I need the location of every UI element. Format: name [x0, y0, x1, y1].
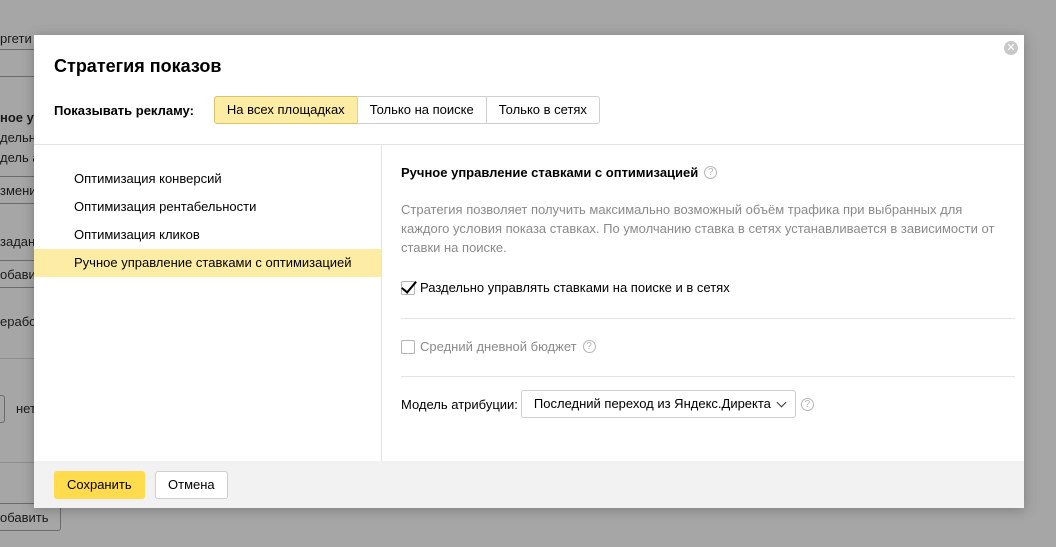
- strategy-item-conversions[interactable]: Оптимизация конверсий: [34, 165, 381, 193]
- attribution-select[interactable]: Последний переход из Яндекс.Директа: [520, 390, 796, 418]
- placement-segmented-control: На всех площадках Только на поиске Тольк…: [213, 96, 600, 124]
- bg-text: ерабо: [0, 314, 37, 329]
- bg-divider: [0, 462, 34, 463]
- cancel-button[interactable]: Отмена: [155, 471, 228, 499]
- attribution-value: Последний переход из Яндекс.Директа: [533, 396, 771, 411]
- strategy-item-manual[interactable]: Ручное управление ставками с оптимизацие…: [34, 249, 381, 277]
- detail-divider: [401, 318, 1015, 319]
- column-divider: [381, 145, 382, 461]
- strategy-item-clicks[interactable]: Оптимизация кликов: [34, 221, 381, 249]
- bg-button: [0, 395, 5, 423]
- help-icon[interactable]: ?: [704, 166, 718, 179]
- detail-description: Стратегия позволяет получить максимально…: [401, 202, 995, 255]
- separate-bids-row: Раздельно управлять ставками на поиске и…: [401, 280, 730, 295]
- placement-label: Показывать рекламу:: [54, 102, 194, 118]
- strategy-modal: ✕ Стратегия показов Показывать рекламу: …: [34, 35, 1024, 508]
- bg-text: змени: [0, 183, 37, 198]
- placement-all-button[interactable]: На всех площадках: [213, 96, 358, 124]
- header-divider: [34, 144, 1024, 145]
- budget-row: Средний дневной бюджет ?: [401, 339, 596, 354]
- placement-search-button[interactable]: Только на поиске: [356, 96, 487, 124]
- attribution-label: Модель атрибуции:: [401, 396, 518, 412]
- close-icon[interactable]: ✕: [1004, 41, 1018, 55]
- modal-footer: Сохранить Отмена: [34, 461, 1024, 508]
- detail-title: Ручное управление ставками с оптимизацие…: [401, 165, 718, 180]
- strategy-list: Оптимизация конверсий Оптимизация рентаб…: [34, 165, 381, 277]
- modal-title: Стратегия показов: [54, 56, 222, 76]
- bg-text: ргети: [0, 31, 32, 46]
- bg-text: дельн: [0, 130, 36, 145]
- separate-bids-checkbox[interactable]: [401, 280, 415, 295]
- placement-row: Показывать рекламу: На всех площадках То…: [54, 96, 600, 124]
- budget-label[interactable]: Средний дневной бюджет: [420, 339, 577, 354]
- budget-help-icon[interactable]: ?: [582, 340, 596, 353]
- bg-text: обавить: [0, 510, 49, 525]
- budget-checkbox[interactable]: [401, 339, 415, 354]
- strategy-item-profitability[interactable]: Оптимизация рентабельности: [34, 193, 381, 221]
- placement-networks-button[interactable]: Только в сетях: [485, 96, 600, 124]
- separate-bids-label[interactable]: Раздельно управлять ставками на поиске и…: [420, 280, 730, 295]
- save-button[interactable]: Сохранить: [54, 471, 145, 499]
- attribution-row: Модель атрибуции: Последний переход из Я…: [401, 390, 814, 418]
- detail-title-text: Ручное управление ставками с оптимизацие…: [401, 165, 699, 180]
- attribution-help-icon[interactable]: ?: [800, 397, 814, 411]
- detail-divider: [401, 376, 1015, 377]
- bg-divider: [0, 358, 34, 359]
- chevron-down-icon: [776, 397, 787, 408]
- bg-button: [0, 49, 36, 77]
- bg-text: нет: [16, 401, 36, 416]
- bg-text: обави: [0, 267, 36, 282]
